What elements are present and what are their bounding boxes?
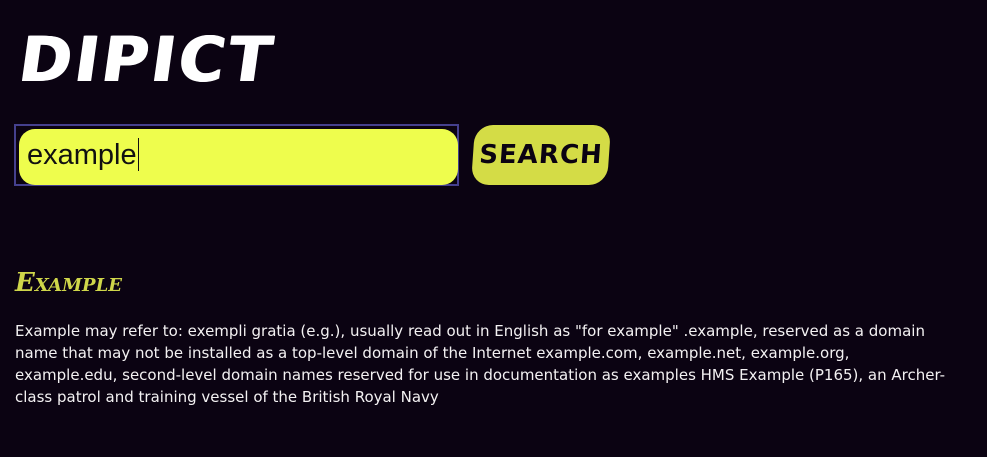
search-button[interactable]: SEARCH (470, 125, 612, 185)
app-logo: DIPICT (15, 23, 281, 96)
result-description: Example may refer to: exempli gratia (e.… (15, 322, 946, 406)
search-input-value: example (27, 137, 139, 171)
result-title: Example (15, 268, 122, 298)
search-input[interactable]: example (14, 124, 459, 186)
text-caret (137, 137, 139, 171)
search-form: example SEARCH (14, 124, 612, 186)
